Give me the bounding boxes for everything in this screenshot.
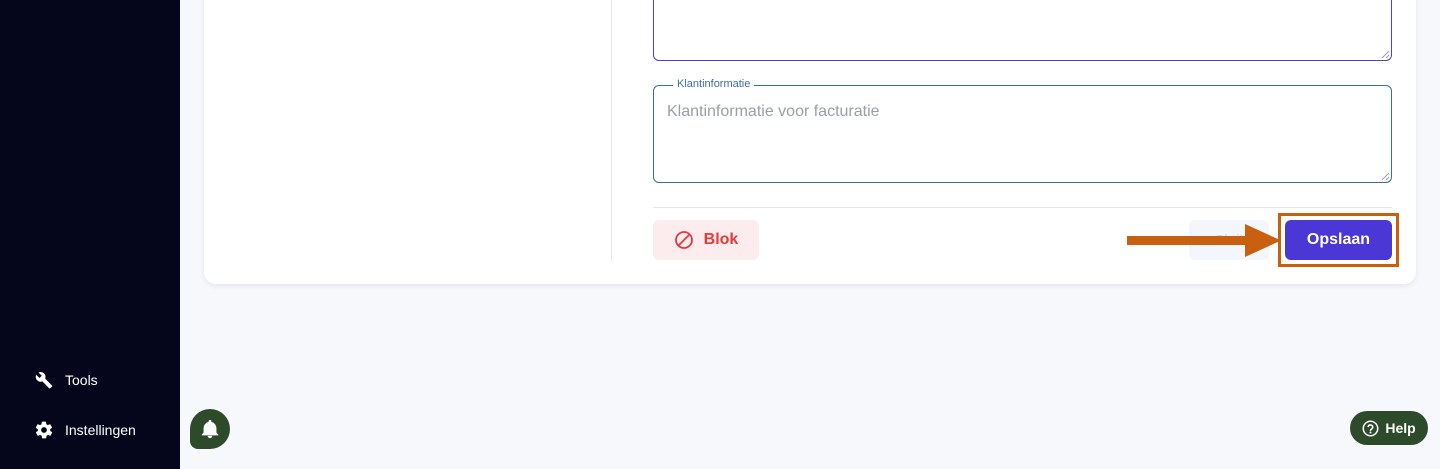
app-root: Tools Instellingen Klantinformatie Klant… [0, 0, 1440, 469]
notes-textarea[interactable] [653, 0, 1392, 61]
pointer-arrow-icon [1127, 224, 1281, 257]
sidebar-item-label: Tools [65, 372, 98, 388]
block-icon [674, 230, 694, 250]
notifications-button[interactable] [190, 409, 230, 449]
help-circle-icon [1362, 420, 1379, 437]
sidebar: Tools Instellingen [0, 0, 180, 469]
bell-icon [201, 419, 219, 439]
footer-divider [653, 207, 1392, 208]
customer-info-placeholder: Klantinformatie voor facturatie [667, 103, 880, 120]
sidebar-item-label: Instellingen [65, 422, 136, 438]
customer-info-label: Klantinformatie [673, 78, 755, 90]
gear-icon [34, 420, 54, 440]
save-highlight-box [1278, 213, 1399, 267]
wrench-icon [34, 370, 54, 390]
block-button-label: Blok [703, 231, 739, 248]
column-divider [611, 0, 612, 260]
help-button[interactable]: Help [1350, 411, 1428, 445]
customer-info-textarea[interactable]: Klantinformatie Klantinformatie voor fac… [653, 78, 1392, 183]
resize-grip-icon[interactable] [1381, 50, 1389, 58]
sidebar-item-tools[interactable]: Tools [34, 370, 98, 390]
resize-grip-icon[interactable] [1381, 172, 1389, 180]
block-button[interactable]: Blok [653, 220, 759, 260]
sidebar-item-settings[interactable]: Instellingen [34, 420, 136, 440]
help-button-label: Help [1385, 420, 1416, 436]
